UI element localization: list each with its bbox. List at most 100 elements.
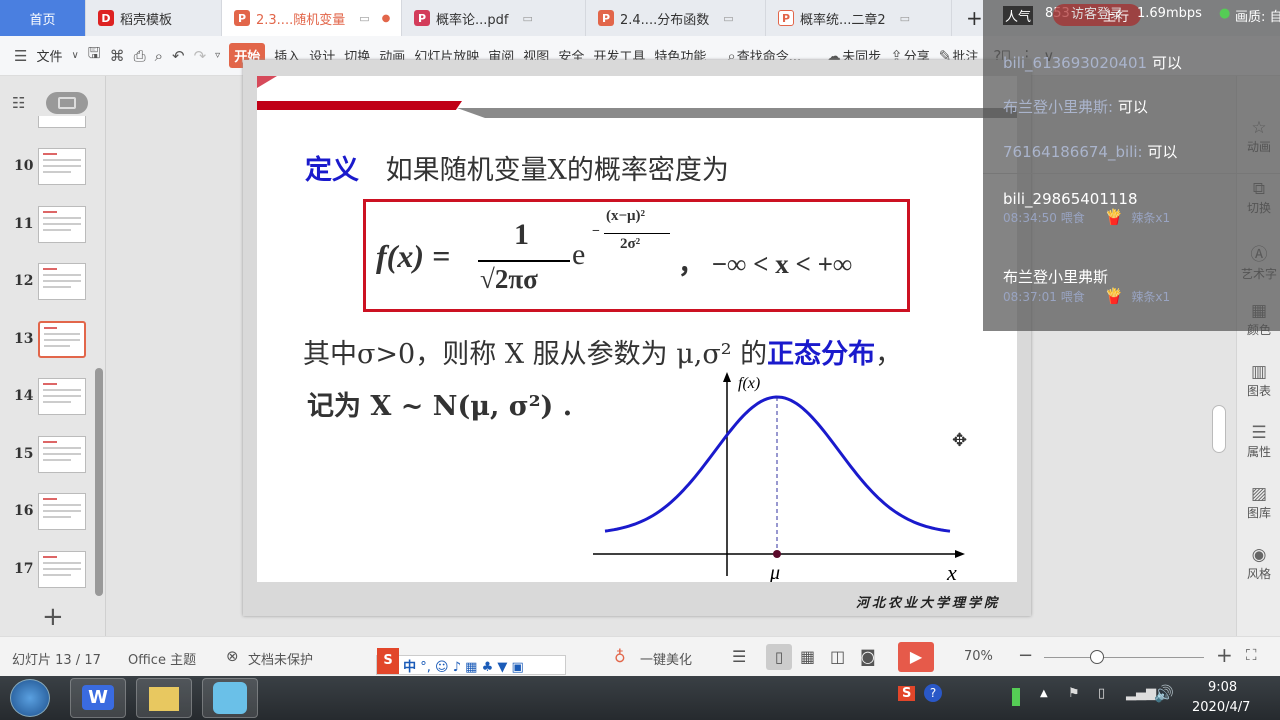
help-tray-icon[interactable]: ? [924, 684, 942, 702]
slide-number: 16 [14, 503, 34, 519]
one-click-beautify[interactable]: 一键美化 [640, 649, 692, 668]
tab-docer[interactable]: D 稻壳模板 [86, 0, 222, 36]
gallery-icon: ▨ [1250, 484, 1268, 504]
pdf-icon: P [414, 10, 430, 26]
ime-mode: 中 [403, 660, 417, 675]
show-hidden-icons[interactable]: ▲ [1040, 688, 1048, 699]
sogou-tray-icon[interactable]: S [898, 686, 916, 701]
start-button[interactable] [10, 679, 50, 717]
slide-thumbnail[interactable]: 13 [0, 320, 100, 361]
tab-label: 2.3....随机变量 [256, 12, 346, 28]
rightbar-chart[interactable]: ▥ 图表 [1237, 362, 1280, 399]
slide-content: 定义 如果随机变量X的概率密度为 f(x) = 1 √2πσ e − (x−μ)… [257, 76, 1017, 582]
reading-view-icon[interactable]: ◫ [830, 647, 845, 666]
rightbar-label: 图表 [1246, 384, 1271, 398]
chat-text: 可以 [1151, 54, 1182, 72]
zoom-slider[interactable] [1044, 650, 1204, 664]
hamburger-icon[interactable]: ☰ [14, 47, 27, 65]
slide-thumbnail[interactable]: 12 [0, 263, 100, 303]
chat-user: 布兰登小里弗斯: [1003, 98, 1114, 116]
file-menu[interactable]: 文件 [36, 46, 62, 65]
presenter-view-icon[interactable]: ◙ [860, 647, 876, 666]
slide-thumbnail[interactable]: 10 [0, 148, 100, 188]
rightbar-properties[interactable]: ☰ 属性 [1237, 423, 1280, 460]
slide-sorter-icon[interactable]: ▦ [800, 647, 815, 666]
tab-label: 概率统...二章2 [800, 12, 886, 28]
thumbnail-scrollbar[interactable] [95, 368, 103, 596]
clock-time[interactable]: 9:08 [1208, 680, 1237, 695]
slide-number: 17 [14, 560, 34, 577]
tab-ppt-distribution[interactable]: P 2.4....分布函数 ▭ [586, 0, 766, 36]
save-icon[interactable]: 🖫 [88, 43, 101, 68]
vertical-scrollbar[interactable] [1212, 405, 1226, 453]
tab-label: 稻壳模板 [120, 12, 173, 28]
slide-preview[interactable] [38, 378, 86, 415]
play-slideshow-button[interactable]: ▶ [898, 642, 934, 672]
explorer-taskbar-icon[interactable] [136, 678, 192, 718]
slide-number: 15 [14, 445, 34, 462]
thumbnail-view-button[interactable] [46, 92, 88, 114]
zoom-level[interactable]: 70% [964, 649, 993, 664]
sogou-icon: S [377, 648, 399, 674]
zoom-in-icon[interactable]: + [1216, 643, 1233, 667]
usb-tray-icon[interactable] [1012, 688, 1020, 706]
clock-date[interactable]: 2020/4/7 [1192, 700, 1250, 715]
zoom-out-icon[interactable]: − [1018, 645, 1033, 666]
network-icon[interactable]: ▂▄▆ [1126, 686, 1156, 701]
slide-thumbnail[interactable]: 14 [0, 378, 100, 418]
rightbar-gallery[interactable]: ▨ 图库 [1237, 484, 1280, 521]
chat-text: 可以 [1147, 143, 1178, 161]
add-slide-icon[interactable]: + [42, 602, 64, 632]
print-icon[interactable]: ⎙ [134, 47, 146, 65]
slide-preview[interactable] [38, 550, 86, 588]
gift-name: 辣条x1 [1131, 290, 1171, 304]
format-painter-icon[interactable]: ⌘ [110, 47, 125, 65]
slide-footer: 河北农业大学理学院 [856, 596, 1001, 611]
slide-thumbnail[interactable]: 11 [0, 205, 100, 246]
action-center-icon[interactable]: ⚑ [1068, 686, 1080, 701]
zoom-slider-handle[interactable] [1090, 650, 1104, 664]
live-app-taskbar-icon[interactable] [202, 678, 258, 718]
slide-preview[interactable] [38, 435, 86, 473]
slide-thumbnail[interactable]: 16 [0, 493, 100, 533]
chevron-down-icon[interactable]: ∨ [71, 50, 78, 61]
slide-preview[interactable] [38, 493, 86, 530]
gift-user: bili_29865401118 [1003, 190, 1138, 208]
customize-icon[interactable]: ▿ [215, 50, 220, 61]
gift-time: 08:34:50 喂食 [1003, 211, 1085, 225]
fries-gift-icon: 🍟 [1104, 208, 1124, 226]
rightbar-style[interactable]: ◉ 风格 [1237, 545, 1280, 582]
normal-density-graph: f(x) μ x [593, 372, 965, 582]
slide-thumbnail[interactable]: 15 [0, 435, 100, 476]
livestream-chat-overlay: 人气 853 访客登录 上行 1.69mbps ● 画质: 自 bili_613… [983, 0, 1280, 331]
document-protection[interactable]: 文档未保护 [248, 649, 313, 668]
x-axis-arrow [955, 550, 965, 558]
chat-user: 76164186674_bili: [1003, 143, 1143, 161]
mu-label: μ [769, 562, 780, 582]
tab-pdf[interactable]: P 概率论...pdf ▭ [402, 0, 586, 36]
slide-number: 11 [14, 215, 34, 232]
slide-thumbnail[interactable]: 17 [0, 550, 100, 591]
tab-ppt-chapter2[interactable]: P 概率统...二章2 ▭ [766, 0, 952, 36]
fit-window-icon[interactable]: ⛶ [1246, 646, 1257, 664]
ime-toolbar[interactable]: S 中 °, ☺ ♪ ▦ ♣ ▼ ▣ [376, 648, 566, 675]
wps-taskbar-icon[interactable]: W [70, 678, 126, 718]
undo-icon[interactable]: ↶ [172, 47, 185, 65]
slide-preview[interactable] [38, 263, 86, 300]
slide-preview[interactable] [38, 205, 86, 243]
print-preview-icon[interactable]: ⌕ [155, 47, 163, 65]
chat-divider [983, 173, 1280, 174]
redo-icon[interactable]: ↷ [194, 47, 207, 65]
notes-icon[interactable]: ☰ [732, 647, 746, 666]
volume-icon[interactable]: 🔊 [1154, 684, 1174, 703]
tab-ppt-random-variable[interactable]: P 2.3....随机变量 ▭ ● [222, 0, 402, 36]
thumbnail-partial[interactable] [38, 116, 86, 128]
slide-preview[interactable] [38, 148, 86, 185]
slide-preview[interactable] [38, 320, 86, 358]
normal-view-icon[interactable]: ▯ [766, 644, 792, 670]
quality-label: 画质: 自 [1235, 10, 1280, 25]
theme-name: Office 主题 [128, 653, 197, 668]
tab-home[interactable]: 首页 [0, 0, 86, 36]
power-icon[interactable]: ▯ [1098, 686, 1105, 701]
outline-view-icon[interactable]: ☷ [12, 94, 25, 112]
